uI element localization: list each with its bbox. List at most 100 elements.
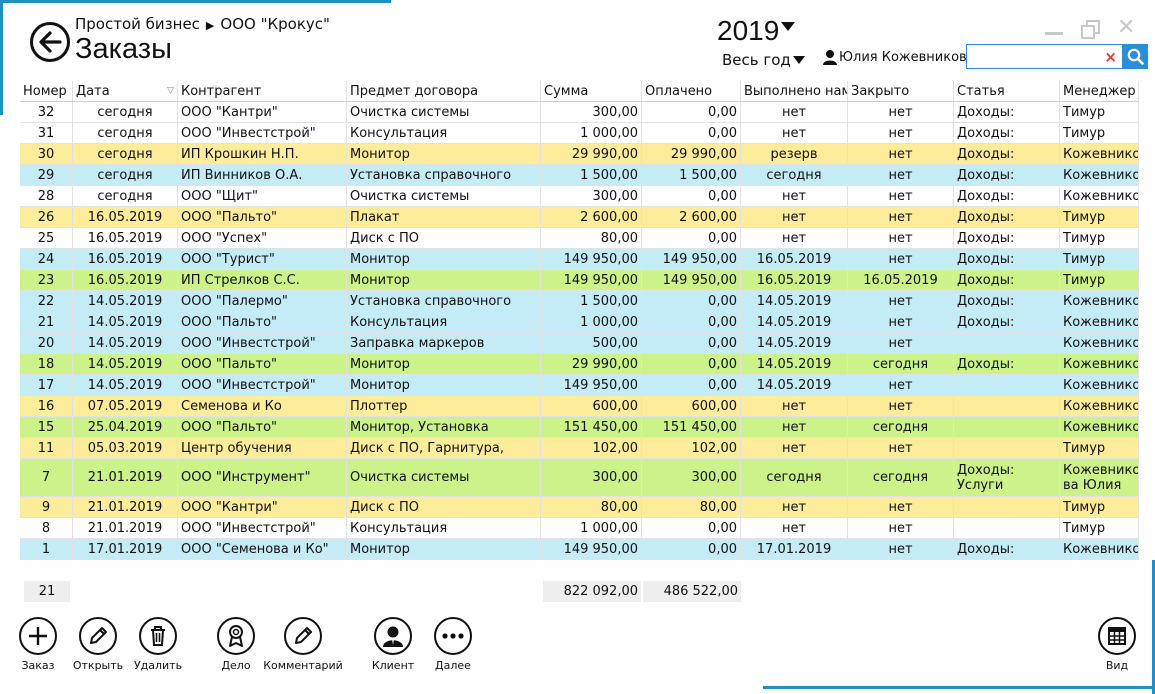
table-row[interactable]: 20 14.05.2019 ООО "Инвестстрой" Заправка ма… bbox=[20, 333, 1139, 354]
cell-sum: 1 500,00 bbox=[541, 165, 642, 185]
cell-party: ИП Стрелков С.С. bbox=[178, 270, 347, 290]
table-row[interactable]: 1 17.01.2019 ООО "Семенова и Ко" Монитор 149… bbox=[20, 539, 1139, 560]
cell-article: Доходы: bbox=[954, 249, 1060, 269]
cell-number: 25 bbox=[20, 228, 73, 248]
cell-date: сегодня bbox=[73, 123, 178, 143]
cell-article: Доходы: bbox=[954, 270, 1060, 290]
column-header-closed[interactable]: Закрыто bbox=[848, 81, 954, 101]
column-header-paid[interactable]: Оплачено bbox=[642, 81, 741, 101]
table-row[interactable]: 21 14.05.2019 ООО "Пальто" Консультация 1 00… bbox=[20, 312, 1139, 333]
table-row[interactable]: 8 21.01.2019 ООО "Инвестстрой" Консультация… bbox=[20, 518, 1139, 539]
search-button[interactable] bbox=[1123, 44, 1148, 69]
cell-closed: сегодня bbox=[848, 459, 954, 496]
cell-number: 22 bbox=[20, 291, 73, 311]
cell-number: 32 bbox=[20, 102, 73, 122]
breadcrumb-root[interactable]: Простой бизнес bbox=[75, 15, 200, 33]
cell-manager: Кожевнико ва Юлия bbox=[1060, 459, 1139, 496]
view-button[interactable]: Вид bbox=[1077, 617, 1155, 672]
cell-subject: Монитор bbox=[347, 539, 541, 559]
period-selector[interactable]: Весь год bbox=[722, 51, 805, 69]
cell-paid: 0,00 bbox=[642, 228, 741, 248]
comment-label: Комментарий bbox=[263, 659, 343, 672]
cell-manager: Кожевнико bbox=[1060, 333, 1139, 353]
frame-accent-bottom bbox=[763, 686, 1155, 689]
table-row[interactable]: 28 сегодня ООО "Щит" Очистка системы 300,00 0… bbox=[20, 186, 1139, 207]
column-header-number[interactable]: Номер bbox=[20, 81, 73, 101]
table-row[interactable]: 9 21.01.2019 ООО "Кантри" Диск с ПО 80,00 80,… bbox=[20, 497, 1139, 518]
cell-sum: 149 950,00 bbox=[541, 539, 642, 559]
column-header-done[interactable]: Выполнено нам bbox=[741, 81, 848, 101]
cell-closed: 16.05.2019 bbox=[848, 270, 954, 290]
cell-subject: Диск с ПО bbox=[347, 228, 541, 248]
cell-article: Доходы: bbox=[954, 207, 1060, 227]
cell-subject: Консультация bbox=[347, 518, 541, 538]
orders-table: Номер Дата ▽ Контрагент Предмет договора … bbox=[20, 81, 1139, 560]
restore-icon[interactable] bbox=[1081, 20, 1100, 39]
cell-sum: 500,00 bbox=[541, 333, 642, 353]
table-row[interactable]: 15 25.04.2019 ООО "Пальто" Монитор, Установ… bbox=[20, 417, 1139, 438]
cell-paid: 80,00 bbox=[642, 497, 741, 517]
cell-number: 31 bbox=[20, 123, 73, 143]
back-button[interactable] bbox=[30, 22, 70, 62]
more-button[interactable]: Далее bbox=[413, 617, 493, 672]
cell-party: ООО "Пальто" bbox=[178, 207, 347, 227]
table-row[interactable]: 11 05.03.2019 Центр обучения Диск с ПО, Гар… bbox=[20, 438, 1139, 459]
cell-party: Центр обучения bbox=[178, 438, 347, 458]
cell-paid: 0,00 bbox=[642, 354, 741, 374]
cell-article bbox=[954, 497, 1060, 517]
cell-number: 20 bbox=[20, 333, 73, 353]
cell-manager: Тимур bbox=[1060, 518, 1139, 538]
pencil-icon bbox=[79, 617, 117, 655]
delete-button[interactable]: Удалить bbox=[118, 617, 198, 672]
comment-button[interactable]: Комментарий bbox=[263, 617, 343, 672]
cell-paid: 149 950,00 bbox=[642, 270, 741, 290]
cell-subject: Монитор bbox=[347, 249, 541, 269]
table-body: 32 сегодня ООО "Кантри" Очистка системы 300,… bbox=[20, 102, 1139, 560]
column-header-date[interactable]: Дата ▽ bbox=[73, 81, 178, 101]
cell-subject: Установка справочного bbox=[347, 165, 541, 185]
breadcrumb-org[interactable]: ООО "Крокус" bbox=[220, 15, 330, 33]
clear-search-icon[interactable]: × bbox=[1104, 47, 1117, 67]
table-row[interactable]: 7 21.01.2019 ООО "Инструмент" Очистка систе… bbox=[20, 459, 1139, 497]
cell-subject: Плакат bbox=[347, 207, 541, 227]
cell-party: ООО "Турист" bbox=[178, 249, 347, 269]
column-header-sum[interactable]: Сумма bbox=[541, 81, 642, 101]
cell-closed: нет bbox=[848, 102, 954, 122]
table-row[interactable]: 29 сегодня ИП Винников О.А. Установка справ… bbox=[20, 165, 1139, 186]
cell-subject: Установка справочного bbox=[347, 291, 541, 311]
cell-closed: нет bbox=[848, 123, 954, 143]
column-header-manager[interactable]: Менеджер bbox=[1060, 81, 1139, 101]
cell-date: сегодня bbox=[73, 102, 178, 122]
table-row[interactable]: 24 16.05.2019 ООО "Турист" Монитор 149 950,0… bbox=[20, 249, 1139, 270]
table-row[interactable]: 30 сегодня ИП Крошкин Н.П. Монитор 29 990,00… bbox=[20, 144, 1139, 165]
year-selector[interactable]: 2019 bbox=[717, 15, 796, 47]
column-header-party[interactable]: Контрагент bbox=[178, 81, 347, 101]
close-icon[interactable]: ✕ bbox=[1117, 17, 1135, 39]
table-row[interactable]: 26 16.05.2019 ООО "Пальто" Плакат 2 600,00 2 … bbox=[20, 207, 1139, 228]
column-header-article[interactable]: Статья bbox=[954, 81, 1060, 101]
cell-date: 14.05.2019 bbox=[73, 375, 178, 395]
table-row[interactable]: 22 14.05.2019 ООО "Палермо" Установка справ… bbox=[20, 291, 1139, 312]
table-row[interactable]: 23 16.05.2019 ИП Стрелков С.С. Монитор 149 9… bbox=[20, 270, 1139, 291]
current-user[interactable]: Юлия Кожевникова bbox=[822, 49, 975, 65]
table-row[interactable]: 25 16.05.2019 ООО "Успех" Диск с ПО 80,00 0,0… bbox=[20, 228, 1139, 249]
table-row[interactable]: 17 14.05.2019 ООО "Инвестстрой" Монитор 149 … bbox=[20, 375, 1139, 396]
cell-closed: нет bbox=[848, 165, 954, 185]
cell-done: 16.05.2019 bbox=[741, 249, 848, 269]
minimize-icon[interactable] bbox=[1045, 20, 1063, 36]
cell-manager: Тимур bbox=[1060, 207, 1139, 227]
cell-done: 14.05.2019 bbox=[741, 375, 848, 395]
cell-number: 11 bbox=[20, 438, 73, 458]
search-icon bbox=[1127, 48, 1144, 65]
cell-date: 14.05.2019 bbox=[73, 291, 178, 311]
table-row[interactable]: 31 сегодня ООО "Инвестстрой" Консультация 1 … bbox=[20, 123, 1139, 144]
table-row[interactable]: 18 14.05.2019 ООО "Пальто" Монитор 29 990,00… bbox=[20, 354, 1139, 375]
table-row[interactable]: 16 07.05.2019 Семенова и Ко Плоттер 600,00 60… bbox=[20, 396, 1139, 417]
cell-closed: нет bbox=[848, 291, 954, 311]
column-header-subject[interactable]: Предмет договора bbox=[347, 81, 541, 101]
client-label: Клиент bbox=[371, 659, 415, 672]
pencil-icon bbox=[284, 617, 322, 655]
cell-sum: 1 000,00 bbox=[541, 123, 642, 143]
table-row[interactable]: 32 сегодня ООО "Кантри" Очистка системы 300,… bbox=[20, 102, 1139, 123]
search-input[interactable] bbox=[967, 45, 1102, 68]
